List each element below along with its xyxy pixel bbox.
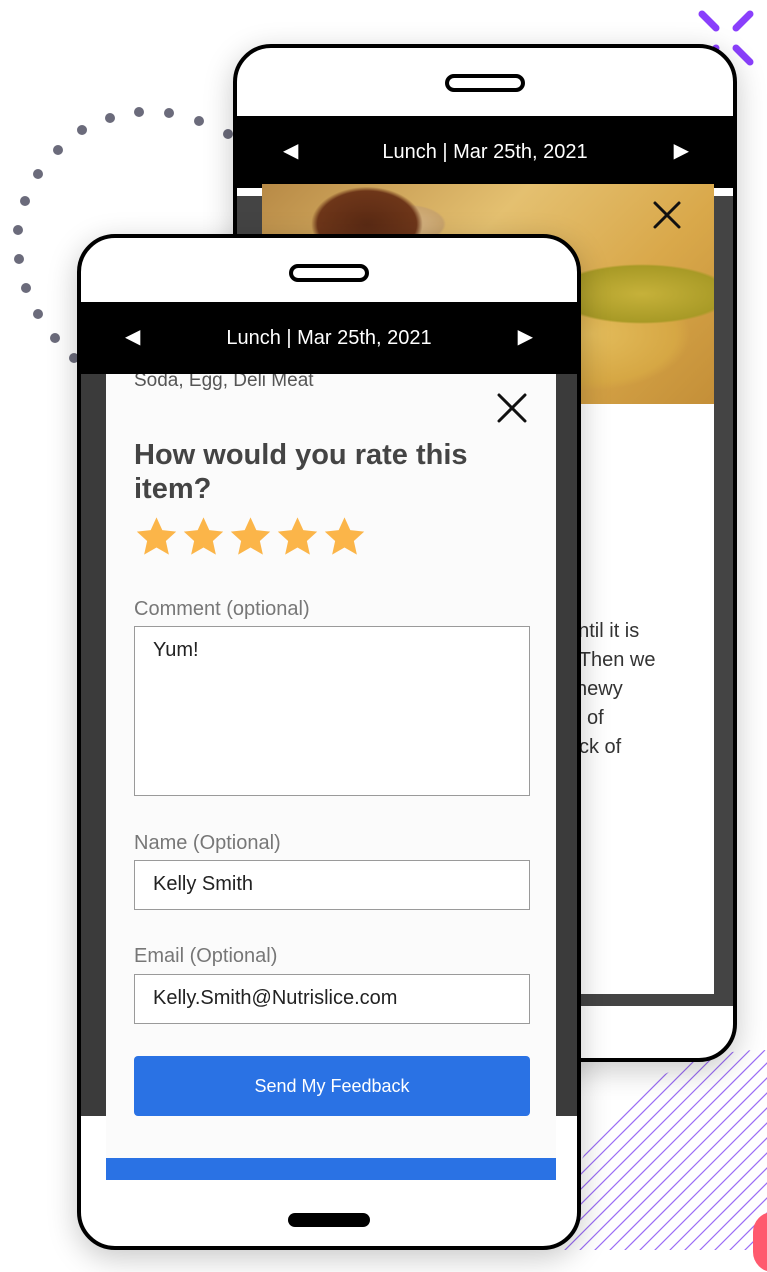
description-line: ck of xyxy=(579,736,622,758)
decorative-stripes xyxy=(560,1050,767,1250)
front-header-bar: ◀ Lunch | Mar 25th, 2021 ▶ xyxy=(81,302,577,374)
email-field[interactable]: Kelly.Smith@Nutrislice.com xyxy=(134,974,530,1024)
comment-field[interactable]: Yum! xyxy=(134,626,530,796)
front-header-title: Lunch | Mar 25th, 2021 xyxy=(226,326,432,349)
allergens-text: Soda, Egg, Deli Meat xyxy=(134,374,314,391)
description-line: of xyxy=(587,707,604,729)
comment-label: Comment (optional) xyxy=(134,598,310,620)
feedback-modal: Soda, Egg, Deli Meat How would you rate … xyxy=(106,374,556,1180)
star-icon[interactable] xyxy=(181,514,226,560)
front-phone: ◀ Lunch | Mar 25th, 2021 ▶ Soda, Egg, De… xyxy=(77,234,581,1250)
speaker-slot xyxy=(445,74,525,92)
bottom-blue-bar xyxy=(106,1158,556,1180)
prev-day-button[interactable]: ◀ xyxy=(125,324,140,349)
next-day-button[interactable]: ▶ xyxy=(674,138,689,163)
speaker-slot xyxy=(289,264,369,282)
name-label: Name (Optional) xyxy=(134,832,281,854)
close-icon[interactable] xyxy=(494,390,530,426)
home-indicator xyxy=(288,1213,370,1227)
star-icon[interactable] xyxy=(134,514,179,560)
back-header-title: Lunch | Mar 25th, 2021 xyxy=(382,140,588,163)
name-field[interactable]: Kelly Smith xyxy=(134,860,530,910)
close-icon[interactable] xyxy=(650,198,684,232)
decorative-pink-shape xyxy=(753,1212,767,1272)
next-day-button[interactable]: ▶ xyxy=(518,324,533,349)
star-icon[interactable] xyxy=(322,514,367,560)
email-label: Email (Optional) xyxy=(134,945,278,967)
star-rating[interactable] xyxy=(134,514,367,560)
star-icon[interactable] xyxy=(275,514,320,560)
back-header-bar: ◀ Lunch | Mar 25th, 2021 ▶ xyxy=(237,116,733,188)
description-line: hewy xyxy=(576,678,623,700)
send-feedback-button[interactable]: Send My Feedback xyxy=(134,1056,530,1116)
star-icon[interactable] xyxy=(228,514,273,560)
rating-question: How would you rate this item? xyxy=(134,439,468,505)
prev-day-button[interactable]: ◀ xyxy=(283,138,298,163)
description-line: . Then we xyxy=(568,649,656,671)
